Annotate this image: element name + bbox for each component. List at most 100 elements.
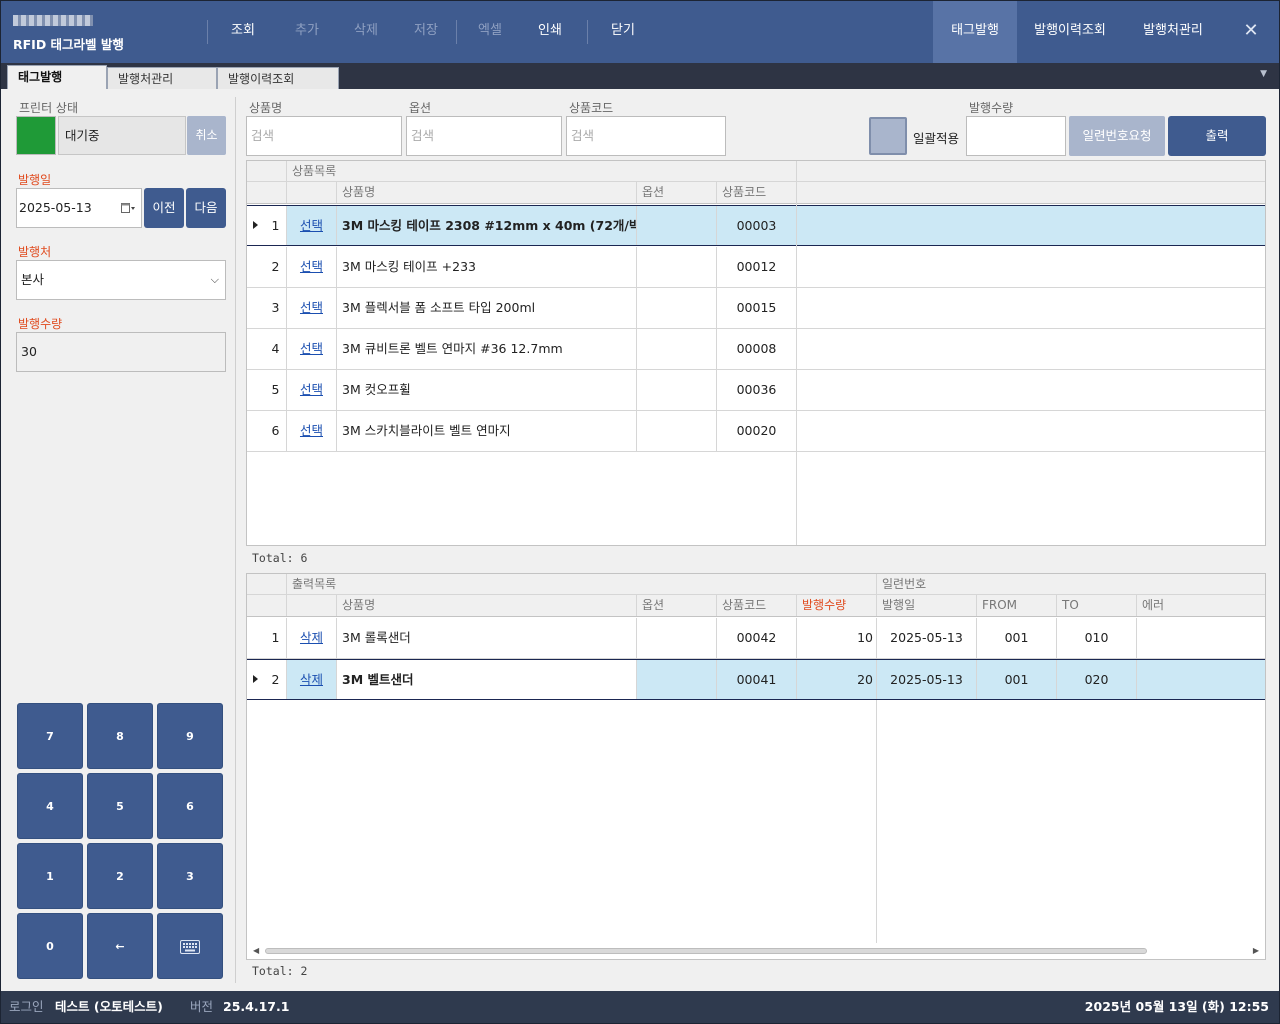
select-link[interactable]: 선택 xyxy=(287,411,337,451)
grid-corner xyxy=(247,161,287,181)
close-icon[interactable]: ✕ xyxy=(1223,1,1279,63)
scroll-left-icon[interactable]: ◀ xyxy=(253,946,259,955)
key-6[interactable]: 6 xyxy=(157,773,223,839)
tab-issuer-management[interactable]: 발행처관리 xyxy=(107,67,217,89)
excel-button[interactable]: 엑셀 xyxy=(457,1,523,63)
column-divider xyxy=(876,700,877,944)
close-menu-button[interactable]: 닫기 xyxy=(588,1,658,63)
table-row[interactable]: 3 선택 3M 플렉서블 폼 소프트 타입 200ml 00015 xyxy=(247,288,1265,329)
product-name-cell: 3M 큐비트론 벨트 연마지 #36 12.7mm xyxy=(337,329,637,369)
output-grid-header: 상품명 옵션 상품코드 발행수량 발행일 FROM TO 에러 xyxy=(247,595,1265,617)
scroll-right-icon[interactable]: ▶ xyxy=(1253,946,1259,955)
issue-qty-field[interactable]: 30 xyxy=(16,332,226,372)
table-row[interactable]: 1 선택 3M 마스킹 테이프 2308 #12mm x 40m (72개/박스… xyxy=(247,205,1265,246)
print-menu-button[interactable]: 인쇄 xyxy=(523,1,577,63)
save-button[interactable]: 저장 xyxy=(396,1,456,63)
scrollbar-thumb[interactable] xyxy=(265,948,1147,954)
cancel-button[interactable]: 취소 xyxy=(187,116,226,155)
column-header-to[interactable]: TO xyxy=(1057,595,1137,616)
select-link[interactable]: 선택 xyxy=(287,288,337,328)
key-4[interactable]: 4 xyxy=(17,773,83,839)
calendar-icon[interactable] xyxy=(121,202,135,214)
chevron-down-icon[interactable]: ▼ xyxy=(1260,69,1267,79)
printer-status-label: 프린터 상태 xyxy=(19,101,79,115)
product-list-title: 상품목록 xyxy=(287,161,797,181)
delete-button[interactable]: 삭제 xyxy=(336,1,396,63)
version-value: 25.4.17.1 xyxy=(223,999,290,1014)
key-9[interactable]: 9 xyxy=(157,703,223,769)
table-row[interactable]: 4 선택 3M 큐비트론 벨트 연마지 #36 12.7mm 00008 xyxy=(247,329,1265,370)
key-backspace[interactable]: ← xyxy=(87,913,153,979)
table-row[interactable]: 2 선택 3M 마스킹 테이프 +233 00012 xyxy=(247,247,1265,288)
product-name-cell: 3M 벨트샌더 xyxy=(337,660,637,699)
horizontal-scrollbar[interactable]: ◀ ▶ xyxy=(247,943,1265,959)
app-title: RFID 태그라벨 발행 xyxy=(13,37,124,52)
product-name-cell: 3M 롤록샌더 xyxy=(337,618,637,658)
issuer-select[interactable]: 본사 ⌵ xyxy=(16,260,226,300)
table-row[interactable]: 1 삭제 3M 롤록샌더 00042 10 2025-05-13 001 010 xyxy=(247,618,1265,659)
column-header-issue-qty[interactable]: 발행수량 xyxy=(797,595,877,616)
column-header-product-name[interactable]: 상품명 xyxy=(337,595,637,616)
column-header-issue-date[interactable]: 발행일 xyxy=(877,595,977,616)
option-cell xyxy=(637,206,717,245)
bulk-apply-checkbox[interactable] xyxy=(869,117,907,155)
nav-issuer-management[interactable]: 발행처관리 xyxy=(1123,1,1223,63)
column-header-option[interactable]: 옵션 xyxy=(637,182,717,203)
option-cell xyxy=(637,247,717,287)
option-cell xyxy=(637,618,717,658)
issue-qty-input[interactable] xyxy=(966,116,1066,156)
key-0[interactable]: 0 xyxy=(17,913,83,979)
keyboard-button[interactable] xyxy=(157,913,223,979)
column-header-from[interactable]: FROM xyxy=(977,595,1057,616)
key-8[interactable]: 8 xyxy=(87,703,153,769)
column-header-product-code[interactable]: 상품코드 xyxy=(717,595,797,616)
add-button[interactable]: 추가 xyxy=(278,1,336,63)
key-2[interactable]: 2 xyxy=(87,843,153,909)
column-header-option[interactable]: 옵션 xyxy=(637,595,717,616)
nav-tag-issue[interactable]: 태그발행 xyxy=(933,1,1017,63)
search-button[interactable]: 조회 xyxy=(208,1,278,63)
option-cell xyxy=(637,329,717,369)
option-cell xyxy=(637,411,717,451)
select-link[interactable]: 선택 xyxy=(287,370,337,410)
status-bar: 로그인 테스트 (오토테스트) 버전 25.4.17.1 2025년 05월 1… xyxy=(1,991,1279,1023)
product-name-cell: 3M 플렉서블 폼 소프트 타입 200ml xyxy=(337,288,637,328)
nav-issue-history[interactable]: 발행이력조회 xyxy=(1017,1,1123,63)
row-number: 2 xyxy=(247,660,287,699)
issue-qty-cell[interactable]: 20 xyxy=(797,660,877,699)
table-row[interactable]: 5 선택 3M 컷오프휠 00036 xyxy=(247,370,1265,411)
product-code-search-input[interactable]: 검색 xyxy=(566,116,726,156)
tab-tag-issue[interactable]: 태그발행 xyxy=(7,65,107,89)
delete-link[interactable]: 삭제 xyxy=(287,660,337,699)
serial-request-button[interactable]: 일련번호요청 xyxy=(1069,116,1165,156)
table-row[interactable]: 6 선택 3M 스카치블라이트 벨트 연마지 00020 xyxy=(247,411,1265,452)
issue-qty-cell[interactable]: 10 xyxy=(797,618,877,658)
next-date-button[interactable]: 다음 xyxy=(186,188,226,228)
key-3[interactable]: 3 xyxy=(157,843,223,909)
select-link[interactable]: 선택 xyxy=(287,247,337,287)
login-label: 로그인 xyxy=(9,999,44,1014)
tab-issue-history[interactable]: 발행이력조회 xyxy=(217,67,339,89)
key-1[interactable]: 1 xyxy=(17,843,83,909)
product-name-search-input[interactable]: 검색 xyxy=(246,116,402,156)
key-5[interactable]: 5 xyxy=(87,773,153,839)
select-link[interactable]: 선택 xyxy=(287,206,337,245)
delete-link[interactable]: 삭제 xyxy=(287,618,337,658)
row-number: 2 xyxy=(247,247,287,287)
option-search-input[interactable]: 검색 xyxy=(406,116,562,156)
column-header-product-code[interactable]: 상품코드 xyxy=(717,182,797,203)
issue-date-picker[interactable]: 2025-05-13 xyxy=(16,188,142,228)
print-button[interactable]: 출력 xyxy=(1168,116,1266,156)
prev-date-button[interactable]: 이전 xyxy=(144,188,184,228)
issuer-label: 발행처 xyxy=(18,245,52,259)
login-user: 테스트 (오토테스트) xyxy=(55,999,163,1014)
option-search-label: 옵션 xyxy=(409,101,432,115)
table-row[interactable]: 2 삭제 3M 벨트샌더 00041 20 2025-05-13 001 020 xyxy=(247,659,1265,700)
product-code-cell: 00008 xyxy=(717,329,797,369)
key-7[interactable]: 7 xyxy=(17,703,83,769)
select-link[interactable]: 선택 xyxy=(287,329,337,369)
column-header-error[interactable]: 에러 xyxy=(1137,595,1265,616)
current-datetime: 2025년 05월 13일 (화) 12:55 xyxy=(1084,999,1269,1014)
column-header-product-name[interactable]: 상품명 xyxy=(337,182,637,203)
product-name-cell: 3M 컷오프휠 xyxy=(337,370,637,410)
